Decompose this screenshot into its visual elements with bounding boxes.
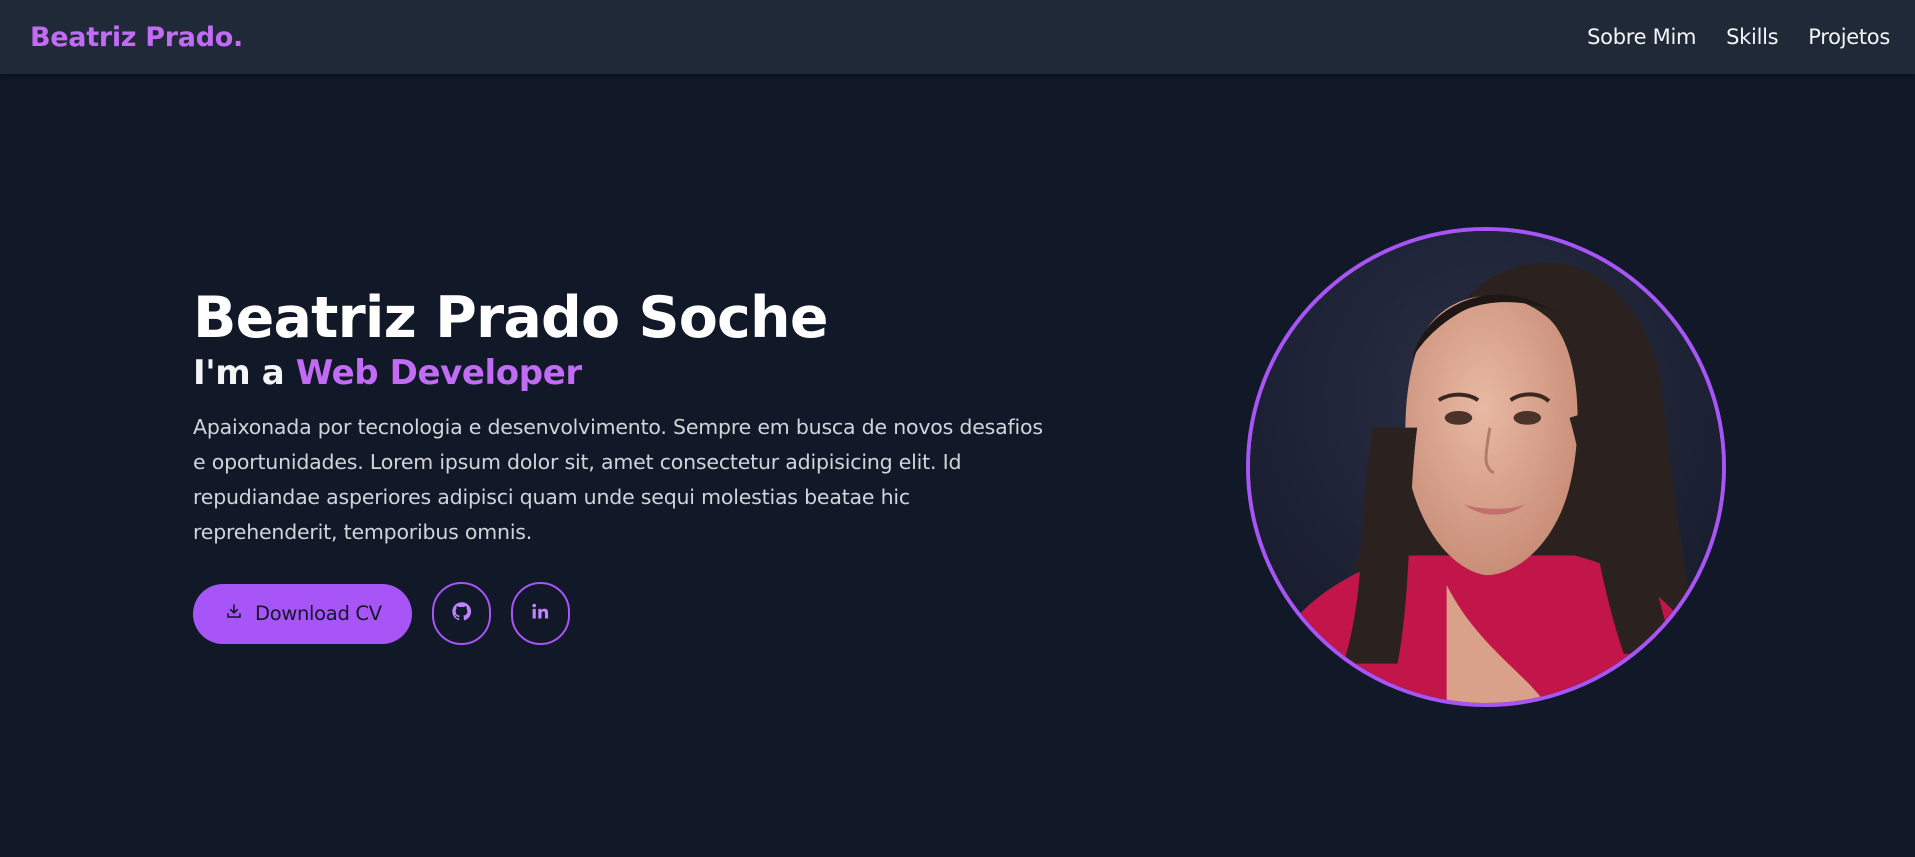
- hero-text-section: Beatriz Prado Soche I'm a Web Developer …: [193, 282, 1053, 645]
- download-cv-label: Download CV: [255, 602, 382, 625]
- hero-description: Apaixonada por tecnologia e desenvolvime…: [193, 415, 1043, 544]
- nav-link-projetos[interactable]: Projetos: [1808, 25, 1890, 49]
- download-icon: [225, 602, 243, 625]
- github-button[interactable]: [431, 582, 491, 645]
- role-highlight: Web Developer: [295, 353, 582, 393]
- hero-actions: Download CV: [193, 582, 1053, 645]
- linkedin-button[interactable]: [510, 582, 570, 645]
- nav-links: Sobre Mim Skills Projetos: [1587, 25, 1890, 49]
- profile-photo: [1246, 227, 1726, 707]
- role-prefix: I'm a: [193, 353, 285, 393]
- hero-role: I'm a Web Developer: [193, 352, 1053, 394]
- linkedin-icon: [530, 601, 551, 626]
- hero-name: Beatriz Prado Soche: [193, 285, 828, 351]
- top-navbar: Beatriz Prado. Sobre Mim Skills Projetos: [0, 0, 1915, 74]
- nav-link-sobre-mim[interactable]: Sobre Mim: [1587, 25, 1696, 49]
- github-icon: [451, 601, 472, 626]
- nav-link-skills[interactable]: Skills: [1726, 25, 1778, 49]
- site-logo[interactable]: Beatriz Prado.: [30, 22, 243, 53]
- download-cv-button[interactable]: Download CV: [193, 583, 412, 644]
